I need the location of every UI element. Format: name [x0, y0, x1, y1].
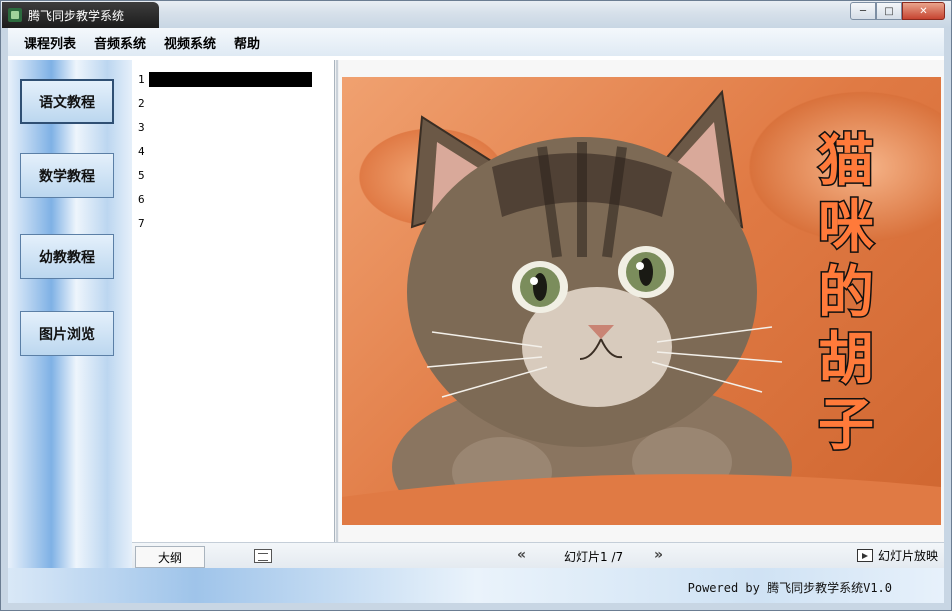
slide-area: 猫 咪 的 胡 子	[339, 60, 944, 542]
slideshow-label: 幻灯片放映	[877, 549, 938, 563]
maximize-button[interactable]: □	[876, 2, 902, 20]
outline-row-number: 1	[138, 72, 145, 86]
outline-row[interactable]: 3	[138, 118, 145, 136]
window-frame-left	[0, 28, 8, 606]
bottom-toolbar: 大纲 « 幻灯片1 /7 » 幻灯片放映	[132, 542, 944, 568]
slide-caption-char: 的	[817, 260, 876, 328]
outline-row-number: 6	[138, 192, 145, 206]
outline-row[interactable]: 7	[138, 214, 145, 232]
window-title: 腾飞同步教学系统	[28, 8, 125, 23]
outline-row-number: 4	[138, 144, 145, 158]
close-button[interactable]: ✕	[902, 2, 945, 20]
menu-video-system[interactable]: 视频系统	[164, 33, 216, 52]
slide-caption-char: 子	[817, 392, 876, 460]
title-tab: 腾飞同步教学系统	[2, 2, 159, 28]
outline-panel: 1 2 3 4 5 6 7	[132, 60, 334, 542]
outline-row-number: 3	[138, 120, 145, 134]
slide-image[interactable]: 猫 咪 的 胡 子	[342, 77, 941, 525]
menu-bar: 课程列表 音频系统 视频系统 帮助	[8, 28, 944, 56]
outline-row-number: 2	[138, 96, 145, 110]
slide-counter: 幻灯片1 /7	[564, 550, 624, 564]
nav-math-button[interactable]: 数学教程	[20, 153, 114, 198]
outline-row[interactable]: 4	[138, 142, 145, 160]
menu-help[interactable]: 帮助	[234, 33, 260, 52]
menu-audio-system[interactable]: 音频系统	[94, 33, 146, 52]
nav-image-browse-button[interactable]: 图片浏览	[20, 311, 114, 356]
outline-row-number: 5	[138, 168, 145, 182]
powered-by-text: Powered by 腾飞同步教学系统V1.0	[687, 581, 892, 595]
app-icon	[8, 8, 22, 22]
outline-row[interactable]: 5	[138, 166, 145, 184]
next-slide-button[interactable]: »	[654, 547, 663, 563]
nav-chinese-button[interactable]: 语文教程	[20, 79, 114, 124]
nav-panel: 语文教程 数学教程 幼教教程 图片浏览	[8, 60, 132, 568]
outline-row-number: 7	[138, 216, 145, 230]
slide-caption: 猫 咪 的 胡 子	[810, 128, 882, 460]
slides-view-icon[interactable]	[254, 549, 272, 563]
minimize-button[interactable]: ─	[850, 2, 876, 20]
outline-row[interactable]: 1	[138, 70, 312, 88]
slide-caption-char: 咪	[817, 194, 876, 262]
outline-row-selection	[148, 71, 312, 87]
title-bar[interactable]: 腾飞同步教学系统 ─ □ ✕	[0, 0, 952, 28]
slide-caption-char: 猫	[817, 128, 876, 196]
outline-row[interactable]: 2	[138, 94, 145, 112]
prev-slide-button[interactable]: «	[517, 547, 526, 563]
window-frame-bottom	[0, 603, 952, 611]
slideshow-button[interactable]: 幻灯片放映	[856, 547, 938, 564]
status-bar: Powered by 腾飞同步教学系统V1.0	[8, 568, 944, 603]
menu-course-list[interactable]: 课程列表	[24, 33, 76, 52]
window-frame-right	[944, 28, 952, 606]
outline-row[interactable]: 6	[138, 190, 145, 208]
window-controls: ─ □ ✕	[850, 2, 945, 20]
slide-caption-char: 胡	[817, 326, 876, 394]
slideshow-icon	[856, 549, 873, 562]
tab-outline[interactable]: 大纲	[135, 546, 205, 568]
nav-preschool-button[interactable]: 幼教教程	[20, 234, 114, 279]
